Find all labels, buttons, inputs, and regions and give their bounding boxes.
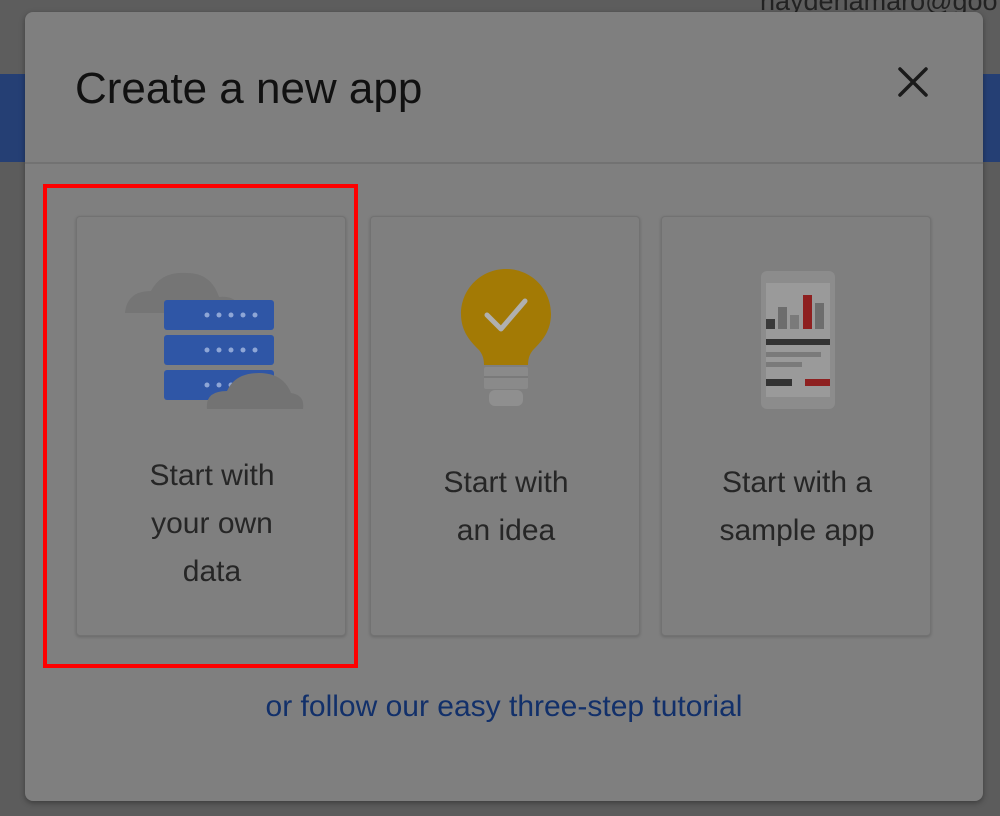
card-label: Start with your own data — [149, 459, 275, 588]
close-button[interactable] — [891, 60, 935, 104]
lightbulb-check-icon — [461, 269, 551, 406]
card-label: Start with a sample app — [719, 466, 875, 547]
close-icon — [898, 67, 928, 97]
dialog-header: Create a new app — [25, 12, 983, 164]
start-with-own-data-card[interactable]: Start with your own data — [76, 216, 346, 636]
phone-chart-icon — [761, 271, 835, 409]
create-app-dialog: Create a new app Start with your own dat… — [25, 12, 983, 801]
card-label: Start with an idea — [443, 466, 569, 547]
start-with-idea-card[interactable]: Start with an idea — [370, 216, 640, 636]
start-with-sample-app-card[interactable]: Start with a sample app — [661, 216, 931, 636]
tutorial-link[interactable]: or follow our easy three-step tutorial — [25, 690, 983, 724]
server-database-icon — [125, 272, 304, 409]
dialog-title: Create a new app — [75, 64, 423, 113]
